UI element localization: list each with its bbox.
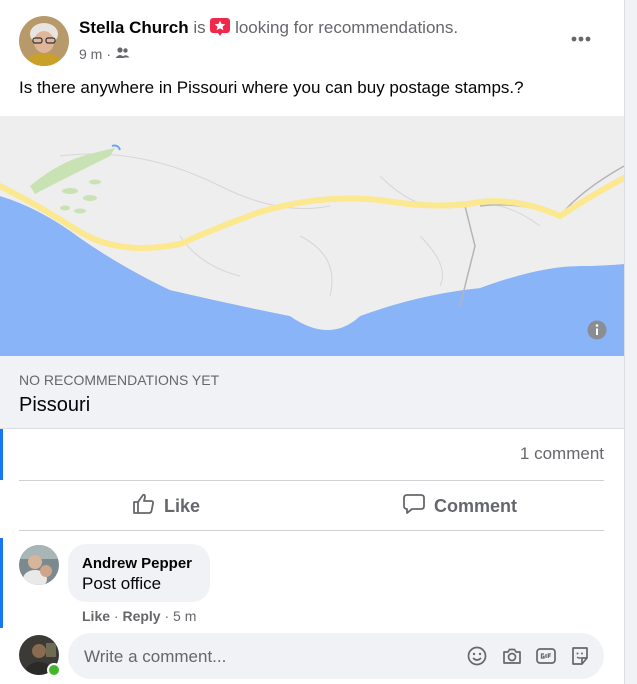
thumbs-up-icon: [132, 492, 156, 521]
comment-separator: ·: [113, 608, 119, 624]
comment-bubble: Andrew Pepper Post office: [68, 544, 210, 602]
comment-bubble-icon: [402, 492, 426, 521]
gif-icon[interactable]: [535, 645, 557, 667]
commenter-avatar[interactable]: [19, 545, 59, 585]
comment-reply-link[interactable]: Reply: [122, 608, 160, 624]
post-meta: 9 m ·: [79, 45, 130, 63]
recommendation-star-icon: [210, 18, 231, 41]
author-avatar[interactable]: [19, 16, 69, 66]
recommendation-status: NO RECOMMENDATIONS YET: [19, 372, 220, 388]
like-button[interactable]: Like: [132, 488, 200, 524]
comment-text: Post office: [82, 574, 162, 593]
like-label: Like: [164, 495, 201, 516]
comment-button[interactable]: Comment: [402, 488, 517, 524]
commenter-name[interactable]: Andrew Pepper: [82, 555, 192, 572]
comment-label: Comment: [434, 495, 518, 516]
emoji-icon[interactable]: [466, 645, 488, 667]
post-text: Is there anywhere in Pissouri where you …: [19, 78, 524, 97]
accent-bar: [0, 538, 3, 628]
comment-actions: Like · Reply · 5 m: [82, 608, 196, 624]
is-text: is: [193, 18, 206, 37]
comment-count[interactable]: 1 comment: [520, 444, 604, 464]
divider: [19, 480, 604, 481]
map[interactable]: [0, 116, 627, 356]
status-text: looking for recommendations.: [235, 18, 459, 37]
info-icon[interactable]: [587, 320, 607, 340]
meta-separator: ·: [106, 46, 112, 62]
friends-privacy-icon[interactable]: [115, 45, 130, 63]
author-name[interactable]: Stella Church: [79, 18, 189, 37]
recommendation-panel: NO RECOMMENDATIONS YET Pissouri: [0, 356, 624, 429]
more-options-icon[interactable]: [568, 26, 594, 52]
post-headline: Stella Church is looking for recommendat…: [79, 18, 458, 41]
divider: [19, 530, 604, 531]
comment-time[interactable]: 5 m: [173, 608, 196, 624]
comment-input[interactable]: [82, 633, 446, 681]
online-status-dot: [47, 663, 61, 677]
post-time[interactable]: 9 m: [79, 46, 102, 62]
current-user-avatar[interactable]: [19, 635, 61, 677]
post-card: Stella Church is looking for recommendat…: [0, 0, 627, 684]
comment-separator: ·: [164, 608, 170, 624]
camera-icon[interactable]: [501, 645, 523, 667]
comment-composer: [68, 633, 604, 681]
sticker-icon[interactable]: [569, 645, 591, 667]
accent-bar: [0, 428, 3, 480]
comment-like-link[interactable]: Like: [82, 608, 110, 624]
place-name[interactable]: Pissouri: [19, 394, 90, 417]
